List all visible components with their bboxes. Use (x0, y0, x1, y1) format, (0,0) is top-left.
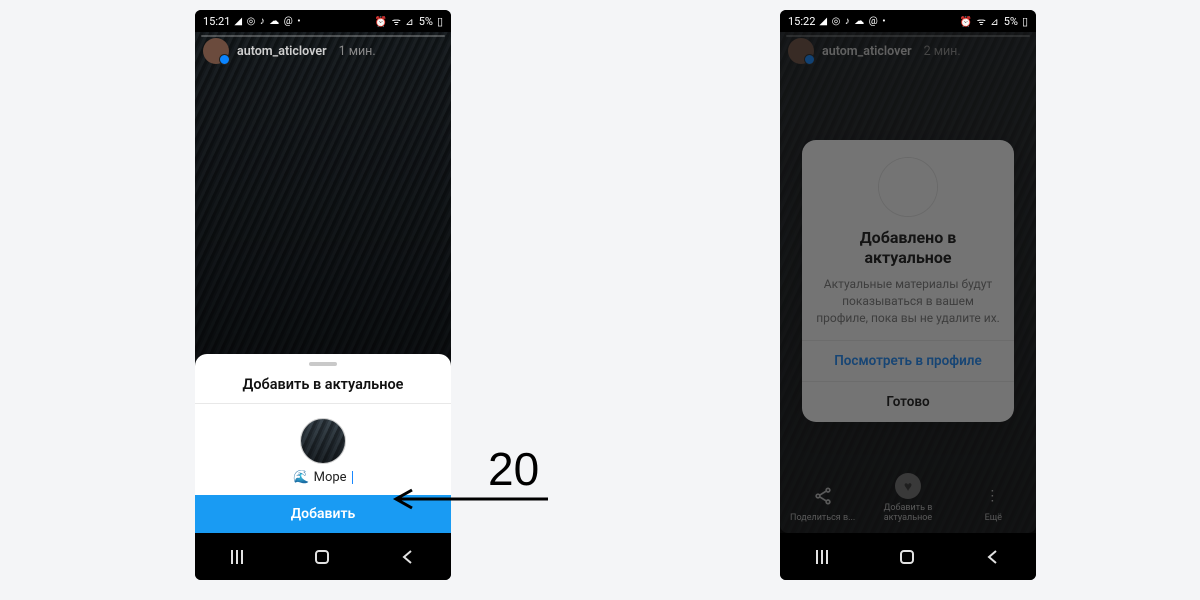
highlight-cover-thumb (879, 158, 937, 216)
wave-emoji-icon: 🌊 (293, 470, 309, 485)
story-header: autom_aticlover 2 мин. (788, 38, 1028, 64)
story-actions-bar: Поделиться в... ♥ Добавить в актуальное … (780, 473, 1036, 523)
android-nav-bar (780, 533, 1036, 580)
story-viewer[interactable]: autom_aticlover 2 мин. Добавлено в актуа… (780, 32, 1036, 533)
highlight-cover-thumb[interactable] (300, 418, 346, 464)
nav-back-icon[interactable] (986, 550, 1000, 564)
avatar[interactable] (203, 38, 229, 64)
view-in-profile-button[interactable]: Посмотреть в профиле (802, 340, 1014, 381)
story-viewer[interactable]: autom_aticlover 1 мин. (195, 32, 451, 386)
sheet-title: Добавить в актуальное (243, 376, 404, 393)
story-age: 1 мин. (339, 44, 376, 59)
nav-recents-icon[interactable] (231, 550, 243, 564)
clock: 15:21 (203, 15, 230, 28)
done-button[interactable]: Готово (802, 381, 1014, 422)
text-caret (352, 471, 353, 484)
highlight-label: Добавить в актуальное (872, 503, 944, 523)
more-icon: ⋮ (980, 483, 1006, 509)
more-label: Ещё (985, 513, 1002, 523)
confirmation-card: Добавлено в актуальное Актуальные матери… (802, 140, 1014, 422)
nav-home-icon[interactable] (315, 550, 329, 564)
story-header: autom_aticlover 1 мин. (203, 38, 443, 64)
battery-icon: ▯ (437, 15, 443, 28)
story-age: 2 мин. (924, 44, 961, 59)
share-icon (810, 483, 836, 509)
android-nav-bar (195, 533, 451, 580)
status-signal-icons: ⏰ ᯤ ⊿ (375, 14, 415, 28)
heart-icon: ♥ (895, 473, 921, 499)
status-bar: 15:21 ◢ ◎ ♪ ☁ @ • ⏰ ᯤ ⊿ 5% ▯ (195, 10, 451, 32)
status-signal-icons: ⏰ ᯤ ⊿ (960, 14, 1000, 28)
status-indicator-icons: ◢ ◎ ♪ ☁ @ • (234, 16, 301, 27)
share-action[interactable]: Поделиться в... (787, 483, 859, 523)
more-action[interactable]: ⋮ Ещё (957, 483, 1029, 523)
divider (195, 403, 451, 404)
status-bar: 15:22 ◢ ◎ ♪ ☁ @ • ⏰ ᯤ ⊿ 5% ▯ (780, 10, 1036, 32)
phone-right: 15:22 ◢ ◎ ♪ ☁ @ • ⏰ ᯤ ⊿ 5% ▯ autom_aticl… (780, 10, 1036, 580)
story-progress-bar (201, 35, 445, 37)
card-description: Актуальные материалы будут показываться … (816, 276, 1000, 326)
avatar[interactable] (788, 38, 814, 64)
sheet-grabber[interactable] (309, 362, 337, 366)
battery-text: 5% (419, 15, 433, 28)
story-username[interactable]: autom_aticlover (822, 44, 912, 59)
highlight-name-text: Море (314, 470, 347, 485)
arrow-icon (388, 488, 552, 510)
highlight-action[interactable]: ♥ Добавить в актуальное (872, 473, 944, 523)
highlight-name-input[interactable]: 🌊 Море (293, 470, 352, 485)
status-indicator-icons: ◢ ◎ ♪ ☁ @ • (819, 16, 886, 27)
card-title-line2: актуальное (864, 248, 951, 267)
nav-home-icon[interactable] (900, 550, 914, 564)
share-label: Поделиться в... (790, 513, 855, 523)
battery-icon: ▯ (1022, 15, 1028, 28)
story-username[interactable]: autom_aticlover (237, 44, 327, 59)
nav-back-icon[interactable] (401, 550, 415, 564)
sea-thumb-image (301, 419, 345, 463)
card-title-line1: Добавлено в (860, 228, 957, 247)
story-dim-overlay (195, 32, 451, 386)
nav-recents-icon[interactable] (816, 550, 828, 564)
card-title: Добавлено в актуальное (860, 228, 957, 268)
clock: 15:22 (788, 15, 815, 28)
story-progress-bar (786, 35, 1030, 37)
battery-text: 5% (1004, 15, 1018, 28)
